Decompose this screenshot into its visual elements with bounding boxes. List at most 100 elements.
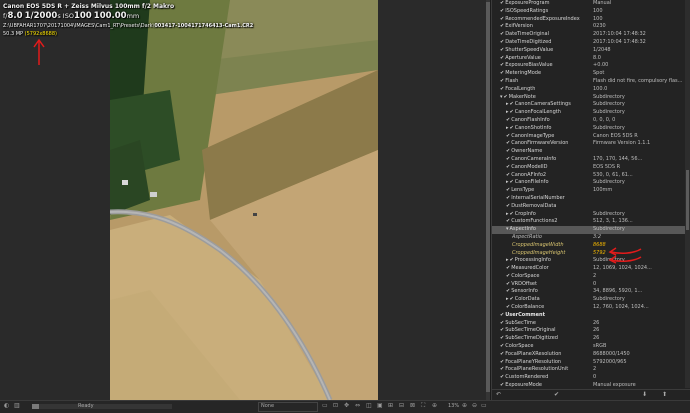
checkmark-icon[interactable]: ✔: [510, 109, 514, 115]
metadata-row[interactable]: ✔ISOSpeedRatings 100: [492, 8, 685, 16]
checkmark-icon[interactable]: ✔: [506, 265, 510, 271]
metadata-row[interactable]: ✔CustomFunctions2 512, 3, 1, 136...: [492, 218, 685, 226]
metadata-tree[interactable]: ✔ExposureProgram Manual ✔ISOSpeedRatings 10…: [492, 0, 685, 388]
checkmark-icon[interactable]: ✔: [510, 179, 514, 185]
metadata-row[interactable]: ✔RecommendedExposureIndex 100: [492, 16, 685, 24]
collapsed-arrow-icon[interactable]: ▸: [506, 109, 509, 115]
metadata-row[interactable]: ▾✔MakerNote Subdirectory: [492, 94, 685, 102]
collapsed-arrow-icon[interactable]: ▸: [506, 257, 509, 263]
tool-icon-9[interactable]: ⊠: [410, 402, 415, 409]
collapsed-arrow-icon[interactable]: ▸: [506, 125, 509, 131]
metadata-row[interactable]: ✔DateTimeOriginal 2017:10:04 17:48:32: [492, 31, 685, 39]
checkmark-icon[interactable]: ✔: [500, 359, 504, 365]
histogram-icon[interactable]: ▥: [14, 402, 20, 409]
checkmark-icon[interactable]: ✔: [510, 211, 514, 217]
checkmark-icon[interactable]: ✔: [510, 125, 514, 131]
metadata-row[interactable]: ✔SubSecTimeOriginal 26: [492, 327, 685, 335]
undo-icon[interactable]: ↶: [496, 391, 501, 398]
checkmark-icon[interactable]: ✔: [506, 218, 510, 224]
metadata-row[interactable]: CroppedImageHeight 5792: [492, 250, 685, 258]
metadata-row[interactable]: ✔CanonCameraInfo 170, 170, 144, 56...: [492, 156, 685, 164]
metadata-row[interactable]: ✔DustRemovalData: [492, 203, 685, 211]
metadata-scrollbar-thumb[interactable]: [686, 170, 689, 230]
import-icon[interactable]: ⬇: [642, 391, 647, 398]
metadata-row[interactable]: ▸✔CropInfo Subdirectory: [492, 211, 685, 219]
checkmark-icon[interactable]: ✔: [504, 94, 508, 100]
zoom-out-icon[interactable]: ⊖: [472, 402, 477, 409]
checkmark-icon[interactable]: ✔: [506, 187, 510, 193]
checkmark-icon[interactable]: ✔: [506, 156, 510, 162]
metadata-row[interactable]: ✔CanonImageType Canon EOS 5DS R: [492, 133, 685, 141]
tool-icon-2[interactable]: ⊡: [333, 402, 338, 409]
checkmark-icon[interactable]: ✔: [500, 343, 504, 349]
tool-icon-1[interactable]: ▭: [322, 402, 328, 409]
metadata-row[interactable]: CroppedImageWidth 8688: [492, 242, 685, 250]
viewer-scrollbar-thumb[interactable]: [486, 2, 490, 392]
metadata-row[interactable]: AspectRatio 3:2: [492, 234, 685, 242]
metadata-row[interactable]: ✔InternalSerialNumber: [492, 195, 685, 203]
checkmark-icon[interactable]: ✔: [500, 374, 504, 380]
metadata-row[interactable]: ✔CanonAFInfo2 530, 0, 61, 61...: [492, 172, 685, 180]
metadata-row[interactable]: ✔MeasuredColor 12, 1069, 1024, 1024...: [492, 265, 685, 273]
metadata-row[interactable]: ▸✔ProcessingInfo Subdirectory: [492, 257, 685, 265]
checkmark-icon[interactable]: ✔: [500, 8, 504, 14]
metadata-row[interactable]: ✔CustomRendered 0: [492, 374, 685, 382]
checkmark-icon[interactable]: ✔: [500, 0, 504, 6]
checkmark-icon[interactable]: ✔: [506, 195, 510, 201]
metadata-row[interactable]: ✔VRDOffset 0: [492, 281, 685, 289]
tool-icon-4[interactable]: ⇔: [355, 402, 360, 409]
collapsed-arrow-icon[interactable]: ▸: [506, 179, 509, 185]
metadata-row[interactable]: ▸✔CanonFocalLength Subdirectory: [492, 109, 685, 117]
checkmark-icon[interactable]: ✔: [506, 281, 510, 287]
checkmark-icon[interactable]: ✔: [500, 320, 504, 326]
metadata-row[interactable]: ✔OwnerName: [492, 148, 685, 156]
checkmark-icon[interactable]: ✔: [500, 86, 504, 92]
checkmark-icon[interactable]: ✔: [500, 55, 504, 61]
checkmark-icon[interactable]: ✔: [500, 312, 504, 318]
metadata-scrollbar[interactable]: [685, 0, 690, 388]
metadata-row[interactable]: ✔FocalPlaneYResolution 5792000/965: [492, 359, 685, 367]
metadata-row[interactable]: ✔Flash Flash did not fire, compulsory fla…: [492, 78, 685, 86]
metadata-row[interactable]: ▸✔ColorData Subdirectory: [492, 296, 685, 304]
checkmark-icon[interactable]: ✔: [510, 101, 514, 107]
metadata-row[interactable]: ✔CanonFlashInfo 0, 0, 0, 0: [492, 117, 685, 125]
checkmark-icon[interactable]: ✔: [500, 70, 504, 76]
checkmark-icon[interactable]: ✔: [510, 296, 514, 302]
checkmark-icon[interactable]: ✔: [506, 288, 510, 294]
checkmark-icon[interactable]: ✔: [500, 382, 504, 388]
metadata-row[interactable]: ✔SensorInfo 34, 8896, 5920, 1...: [492, 288, 685, 296]
metadata-row[interactable]: ✔ExposureBiasValue +0.00: [492, 62, 685, 70]
metadata-row[interactable]: ✔UserComment: [492, 312, 685, 320]
checkmark-icon[interactable]: ✔: [500, 16, 504, 22]
checkmark-icon[interactable]: ✔: [500, 39, 504, 45]
export-icon[interactable]: ⬆: [662, 391, 667, 398]
metadata-row[interactable]: ✔ExifVersion 0230: [492, 23, 685, 31]
metadata-row[interactable]: ▸✔CanonShotInfo Subdirectory: [492, 125, 685, 133]
checkmark-icon[interactable]: ✔: [506, 172, 510, 178]
metadata-row[interactable]: ✔ColorSpace sRGB: [492, 343, 685, 351]
tool-icon-7[interactable]: ⊞: [388, 402, 393, 409]
metadata-row[interactable]: ✔FocalPlaneXResolution 8688000/1450: [492, 351, 685, 359]
apply-icon[interactable]: ✔: [554, 391, 559, 398]
metadata-row[interactable]: ✔MeteringMode Spot: [492, 70, 685, 78]
checkmark-icon[interactable]: ✔: [500, 47, 504, 53]
metadata-row[interactable]: ✔SubSecTimeDigitized 26: [492, 335, 685, 343]
image-viewer[interactable]: Canon EOS 5DS R + Zeiss Milvus 100mm f/2…: [0, 0, 490, 400]
collapsed-arrow-icon[interactable]: ▸: [506, 101, 509, 107]
expanded-arrow-icon[interactable]: ▾: [500, 94, 503, 100]
metadata-row[interactable]: ▾AspectInfo Subdirectory: [492, 226, 685, 234]
metadata-row[interactable]: ✔ExposureMode Manual exposure: [492, 382, 685, 388]
metadata-row[interactable]: ✔ApertureValue 8.0: [492, 55, 685, 63]
metadata-row[interactable]: ▸✔CanonFileInfo Subdirectory: [492, 179, 685, 187]
collapsed-arrow-icon[interactable]: ▸: [506, 296, 509, 302]
tool-icon-10[interactable]: ⛶: [421, 402, 425, 410]
checkmark-icon[interactable]: ✔: [506, 164, 510, 170]
checkmark-icon[interactable]: ✔: [506, 133, 510, 139]
tool-icon-8[interactable]: ⊟: [399, 402, 404, 409]
checkmark-icon[interactable]: ✔: [500, 62, 504, 68]
metadata-row[interactable]: ✔CanonModelID EOS 5DS R: [492, 164, 685, 172]
metadata-row[interactable]: ✔CanonFirmwareVersion Firmware Version 1.…: [492, 140, 685, 148]
checkmark-icon[interactable]: ✔: [506, 273, 510, 279]
checkmark-icon[interactable]: ✔: [506, 117, 510, 123]
checkmark-icon[interactable]: ✔: [506, 203, 510, 209]
